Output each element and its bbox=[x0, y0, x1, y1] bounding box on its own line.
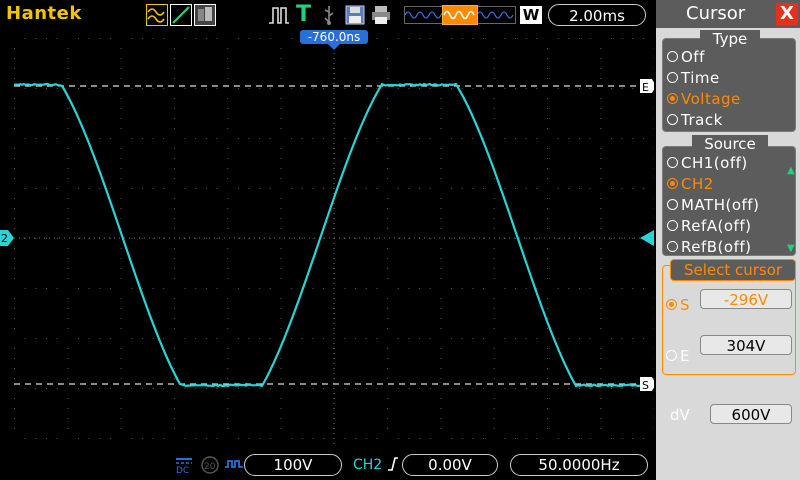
trigger-status-indicator: T bbox=[296, 2, 311, 27]
source-option-refb-off[interactable]: RefB(off) bbox=[667, 237, 795, 258]
waveform-graticule: E S bbox=[14, 38, 654, 448]
cursor-e-tag: E bbox=[642, 81, 649, 94]
svg-text:20: 20 bbox=[204, 462, 216, 472]
trigger-source-label: CH2 bbox=[353, 456, 399, 473]
cursor-marker-e[interactable]: E bbox=[640, 79, 654, 94]
svg-text:DC: DC bbox=[176, 466, 189, 475]
cursor-type-group: Off Time Voltage Track bbox=[662, 38, 796, 132]
scroll-up-icon[interactable]: ▲ bbox=[787, 165, 795, 176]
cursor-e-option[interactable]: E bbox=[666, 347, 689, 365]
radio-icon bbox=[667, 72, 678, 83]
usb-icon bbox=[318, 4, 340, 26]
ch2-ground-marker[interactable]: 2 bbox=[0, 230, 14, 246]
radio-icon bbox=[667, 93, 678, 104]
radio-icon bbox=[667, 199, 678, 210]
cursor-marker-s[interactable]: S bbox=[640, 377, 654, 392]
brand-logo: Hantek bbox=[6, 3, 82, 24]
svg-text:2: 2 bbox=[1, 232, 8, 245]
ch2-waveform-trace bbox=[14, 84, 644, 386]
scroll-down-icon[interactable]: ▼ bbox=[787, 243, 795, 254]
waveform-mode-icon[interactable] bbox=[146, 4, 168, 26]
radio-icon bbox=[667, 51, 678, 62]
radio-icon bbox=[667, 241, 678, 252]
volts-per-div-readout[interactable]: 100V bbox=[244, 454, 342, 476]
radio-icon bbox=[667, 114, 678, 125]
cursor-source-group: CH1(off) CH2 MATH(off) RefA(off) RefB(off) bbox=[662, 146, 796, 256]
cursor-type-title: Type bbox=[700, 30, 760, 48]
radio-icon bbox=[667, 178, 678, 189]
timebase-readout[interactable]: 2.00ms bbox=[548, 4, 646, 26]
type-option-voltage[interactable]: Voltage bbox=[667, 89, 795, 110]
cursor-s-option[interactable]: S bbox=[666, 296, 690, 314]
bandwidth-limit-icon[interactable]: 20 bbox=[200, 455, 220, 475]
vector-mode-icon[interactable] bbox=[170, 4, 192, 26]
source-option-ch2[interactable]: CH2 bbox=[667, 174, 795, 195]
radio-icon bbox=[667, 157, 678, 168]
printer-icon[interactable] bbox=[370, 4, 392, 26]
type-option-time[interactable]: Time bbox=[667, 68, 795, 89]
delta-voltage-value: 600V bbox=[710, 404, 792, 424]
delta-voltage-label: dV bbox=[670, 406, 690, 424]
cursor-s-value[interactable]: -296V bbox=[700, 289, 792, 309]
save-icon[interactable] bbox=[344, 4, 366, 26]
select-cursor-title: Select cursor bbox=[670, 259, 796, 281]
frequency-readout: 50.0000Hz bbox=[510, 454, 648, 476]
persistence-icon[interactable] bbox=[194, 4, 216, 26]
source-option-math-off[interactable]: MATH(off) bbox=[667, 195, 795, 216]
type-option-track[interactable]: Track bbox=[667, 110, 795, 131]
rising-edge-icon bbox=[387, 456, 399, 472]
memory-depth-badge: W bbox=[520, 6, 542, 24]
radio-icon bbox=[667, 220, 678, 231]
type-option-off[interactable]: Off bbox=[667, 47, 795, 68]
trigger-level-marker bbox=[640, 230, 654, 246]
dc-coupling-icon[interactable]: DC bbox=[174, 455, 194, 475]
trigger-level-readout[interactable]: 0.00V bbox=[402, 454, 498, 476]
cursor-e-value[interactable]: 304V bbox=[700, 335, 792, 355]
cursor-source-title: Source bbox=[692, 135, 768, 153]
memory-view-window[interactable] bbox=[442, 5, 478, 25]
source-option-refa-off[interactable]: RefA(off) bbox=[667, 216, 795, 237]
trigger-time-pointer bbox=[328, 44, 340, 50]
probe-icon[interactable] bbox=[224, 455, 244, 475]
trigger-time-offset[interactable]: -760.0ns bbox=[300, 30, 368, 44]
source-option-ch1-off[interactable]: CH1(off) bbox=[667, 153, 795, 174]
trigger-edge-icon bbox=[268, 4, 290, 26]
close-icon[interactable]: X bbox=[776, 3, 798, 25]
cursor-s-tag: S bbox=[642, 379, 649, 392]
